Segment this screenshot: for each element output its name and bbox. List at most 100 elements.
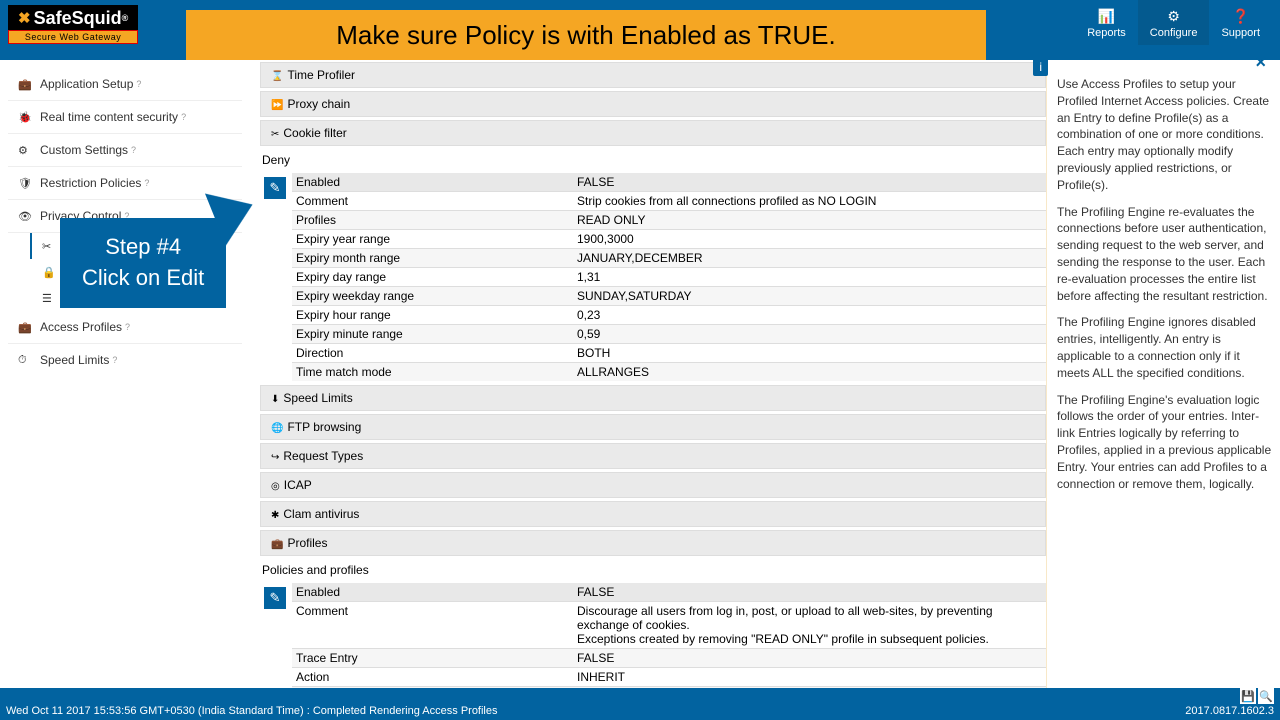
property-key: Expiry hour range	[292, 308, 577, 322]
question-icon: ❓	[1221, 8, 1260, 25]
section-proxy-chain[interactable]: ⏩Proxy chain	[260, 91, 1046, 117]
property-key: Profiles	[292, 213, 577, 227]
search-icon[interactable]: 🔍	[1258, 688, 1274, 704]
sidebar-realtime-security[interactable]: 🐞Real time content security?	[8, 101, 242, 134]
briefcase-icon: 💼	[271, 539, 283, 550]
status-text: Wed Oct 11 2017 15:53:56 GMT+0530 (India…	[6, 705, 498, 717]
property-key: Expiry minute range	[292, 327, 577, 341]
cut-icon: ✂	[42, 240, 58, 253]
property-value: FALSE	[577, 651, 1046, 665]
nav-support[interactable]: ❓Support	[1209, 0, 1272, 45]
info-button[interactable]: i	[1033, 58, 1048, 76]
section-request-types[interactable]: ↪Request Types	[260, 443, 1046, 469]
section-profiles[interactable]: 💼Profiles	[260, 530, 1046, 556]
edit-button[interactable]: ✎	[264, 587, 286, 609]
policies-profiles-label: Policies and profiles	[260, 559, 1046, 583]
gear-icon: ⚙	[1150, 8, 1198, 25]
sidebar-custom-settings[interactable]: ⚙Custom Settings?	[8, 134, 242, 167]
section-cookie-filter[interactable]: ✂Cookie filter	[260, 120, 1046, 146]
policy-properties: EnabledFALSECommentDiscourage all users …	[292, 583, 1046, 688]
property-value: FALSE	[577, 175, 1046, 189]
briefcase-icon: 💼	[18, 78, 34, 91]
sidebar-access-profiles[interactable]: 💼Access Profiles?	[8, 311, 242, 344]
shield-icon: 🛡	[18, 177, 34, 190]
save-icon[interactable]: 💾	[1240, 688, 1256, 704]
eye-icon: 👁	[18, 210, 34, 223]
property-value: JANUARY,DECEMBER	[577, 251, 1046, 265]
policy-properties: EnabledFALSECommentStrip cookies from al…	[292, 173, 1046, 381]
help-icon[interactable]: ?	[125, 322, 130, 332]
property-value: FALSE	[577, 585, 1046, 599]
property-key: Enabled	[292, 585, 577, 599]
cut-icon: ✂	[271, 129, 279, 140]
briefcase-icon: 💼	[18, 321, 34, 334]
lock-icon: 🔒	[42, 266, 58, 279]
property-row: CommentDiscourage all users from log in,…	[292, 601, 1046, 648]
property-value: 1900,3000	[577, 232, 1046, 246]
property-row: Expiry hour range0,23	[292, 305, 1046, 324]
property-row: EnabledFALSE	[292, 583, 1046, 601]
property-value: BOTH	[577, 346, 1046, 360]
list-icon: ☰	[42, 292, 58, 305]
property-row: ProfilesREAD ONLY	[292, 210, 1046, 229]
content-area: ⌛Time Profiler ⏩Proxy chain ✂Cookie filt…	[250, 60, 1046, 688]
property-row: DirectionBOTH	[292, 343, 1046, 362]
property-key: Expiry weekday range	[292, 289, 577, 303]
help-icon[interactable]: ?	[112, 355, 117, 365]
property-row: Expiry month rangeJANUARY,DECEMBER	[292, 248, 1046, 267]
brand-logo: ✖SafeSquid® Secure Web Gateway	[8, 5, 138, 44]
help-icon[interactable]: ?	[144, 178, 149, 188]
chart-icon: 📊	[1087, 8, 1126, 25]
hourglass-icon: ⌛	[271, 71, 283, 82]
forward-icon: ⏩	[271, 100, 283, 111]
deny-label: Deny	[260, 149, 1046, 173]
property-value: 0,59	[577, 327, 1046, 341]
target-icon: ◎	[271, 481, 280, 492]
edit-button[interactable]: ✎	[264, 177, 286, 199]
property-key: Action	[292, 670, 577, 684]
help-icon[interactable]: ?	[131, 145, 136, 155]
gauge-icon: ⏱	[18, 354, 34, 367]
property-row: Trace EntryFALSE	[292, 648, 1046, 667]
nav-reports[interactable]: 📊Reports	[1075, 0, 1138, 45]
section-clam-antivirus[interactable]: ✱Clam antivirus	[260, 501, 1046, 527]
instruction-banner: Make sure Policy is with Enabled as TRUE…	[186, 10, 986, 60]
property-key: Expiry month range	[292, 251, 577, 265]
share-icon: ↪	[271, 452, 279, 463]
property-key: Expiry year range	[292, 232, 577, 246]
property-key: Time match mode	[292, 365, 577, 379]
property-row: Expiry year range1900,3000	[292, 229, 1046, 248]
property-key: Expiry day range	[292, 270, 577, 284]
property-row: Expiry weekday rangeSUNDAY,SATURDAY	[292, 286, 1046, 305]
section-ftp-browsing[interactable]: 🌐FTP browsing	[260, 414, 1046, 440]
sidebar: 💼Application Setup? 🐞Real time content s…	[0, 60, 250, 688]
sidebar-speed-limits[interactable]: ⏱Speed Limits?	[8, 344, 242, 376]
property-key: Comment	[292, 194, 577, 208]
property-value: 1,31	[577, 270, 1046, 284]
close-info-icon[interactable]: ×	[1255, 52, 1266, 73]
property-value: Strip cookies from all connections profi…	[577, 194, 1046, 208]
section-time-profiler[interactable]: ⌛Time Profiler	[260, 62, 1046, 88]
property-row: Expiry minute range0,59	[292, 324, 1046, 343]
section-icap[interactable]: ◎ICAP	[260, 472, 1046, 498]
property-key: Direction	[292, 346, 577, 360]
property-value: ALLRANGES	[577, 365, 1046, 379]
sidebar-application-setup[interactable]: 💼Application Setup?	[8, 68, 242, 101]
wrench-icon: ✖	[18, 9, 31, 27]
help-icon[interactable]: ?	[136, 79, 141, 89]
property-key: Enabled	[292, 175, 577, 189]
property-row: CommentStrip cookies from all connection…	[292, 191, 1046, 210]
property-value: INHERIT	[577, 670, 1046, 684]
version-text: 2017.0817.1602.3	[1185, 705, 1274, 717]
help-icon[interactable]: ?	[181, 112, 186, 122]
property-row: ActionINHERIT	[292, 667, 1046, 686]
nav-configure[interactable]: ⚙Configure	[1138, 0, 1210, 45]
property-key: Comment	[292, 604, 577, 646]
property-value: SUNDAY,SATURDAY	[577, 289, 1046, 303]
asterisk-icon: ✱	[271, 510, 279, 521]
property-value: Discourage all users from log in, post, …	[577, 604, 1046, 646]
property-value: 0,23	[577, 308, 1046, 322]
section-speed-limits[interactable]: ⬇Speed Limits	[260, 385, 1046, 411]
property-row: EnabledFALSE	[292, 173, 1046, 191]
property-value: READ ONLY	[577, 213, 1046, 227]
